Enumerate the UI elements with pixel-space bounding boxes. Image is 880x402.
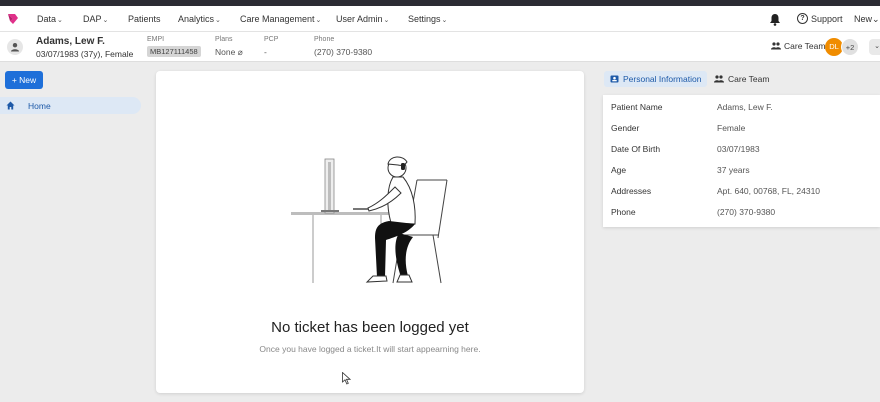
care-team-button[interactable]: Care Team — [771, 41, 825, 51]
care-team-more-count[interactable]: +2 — [841, 38, 859, 56]
chevron-down-icon: ⌄ — [57, 17, 63, 24]
chevron-down-icon: ⌄ — [215, 17, 221, 24]
group-icon — [771, 42, 781, 50]
field-label-date-of-birth: Date Of Birth — [611, 144, 661, 154]
chevron-down-icon: ⌄ — [102, 17, 109, 24]
nav-user-admin-menu[interactable]: User Admin⌄ — [336, 14, 389, 24]
nav-patients-link[interactable]: Patients — [128, 14, 161, 24]
personal-information-card: Patient Name Adams, Lew F. Gender Female… — [603, 95, 880, 227]
help-circle-icon: ? — [797, 13, 808, 24]
chevron-down-icon: ⌄ — [872, 14, 880, 24]
nav-data-menu[interactable]: Data⌄ — [37, 14, 63, 24]
patient-avatar — [7, 39, 23, 55]
support-link[interactable]: ? Support — [797, 13, 843, 24]
tab-personal-information[interactable]: Personal Information — [604, 71, 708, 87]
empi-value: MB127111458 — [147, 46, 201, 57]
field-label-patient-name: Patient Name — [611, 102, 663, 112]
field-value-date-of-birth: 03/07/1983 — [717, 144, 760, 154]
patient-menu-dropdown[interactable]: ⌄ — [869, 39, 880, 55]
nav-care-management-menu[interactable]: Care Management⌄ — [240, 14, 321, 24]
plans-value: None ⌀ — [215, 47, 243, 57]
nav-analytics-menu[interactable]: Analytics⌄ — [178, 14, 221, 24]
bell-icon[interactable] — [769, 13, 781, 26]
patient-header: Adams, Lew F. 03/07/1983 (37y), Female E… — [0, 32, 880, 62]
field-value-addresses: Apt. 640, 00768, FL, 24310 — [717, 186, 821, 196]
new-menu-button[interactable]: New⌄ — [854, 14, 880, 25]
field-value-phone: (270) 370-9380 — [717, 207, 776, 217]
mouse-pointer-icon — [342, 372, 351, 385]
field-label-addresses: Addresses — [611, 186, 652, 196]
patient-name[interactable]: Adams, Lew F. — [36, 36, 105, 47]
phone-value: (270) 370-9380 — [314, 47, 373, 57]
empty-state-title: No ticket has been logged yet — [271, 319, 469, 336]
field-value-age: 37 years — [717, 165, 750, 175]
tab-label: Personal Information — [623, 74, 702, 84]
pcp-value: - — [264, 47, 267, 57]
sidebar-item-label: Home — [28, 101, 51, 111]
chevron-down-icon: ⌄ — [874, 43, 880, 50]
nav-settings-menu[interactable]: Settings⌄ — [408, 14, 447, 24]
chevron-down-icon: ⌄ — [315, 17, 322, 24]
field-value-patient-name: Adams, Lew F. — [717, 102, 773, 112]
pcp-label: PCP — [264, 36, 279, 43]
nav-dap-menu[interactable]: DAP⌄ — [83, 14, 108, 24]
brand-logo-icon[interactable] — [6, 12, 20, 26]
tickets-empty-state-card: No ticket has been logged yet Once you h… — [156, 71, 584, 393]
empty-state-subtitle: Once you have logged a ticket.It will st… — [259, 344, 481, 354]
sidebar-item-home[interactable]: Home — [0, 97, 141, 114]
group-icon — [714, 75, 724, 83]
chevron-down-icon: ⌄ — [441, 17, 448, 24]
person-icon — [11, 43, 19, 52]
top-navigation-bar: Data⌄ DAP⌄ Patients Analytics⌄ Care Mana… — [0, 6, 880, 32]
plans-label: Plans — [215, 36, 233, 43]
home-icon — [6, 101, 15, 110]
chevron-down-icon: ⌄ — [383, 17, 390, 24]
tab-label: Care Team — [728, 74, 770, 84]
care-team-label: Care Team — [784, 41, 826, 51]
field-value-gender: Female — [717, 123, 746, 133]
new-button[interactable]: + New — [5, 71, 43, 89]
patient-dob-gender: 03/07/1983 (37y), Female — [36, 49, 134, 59]
field-label-age: Age — [611, 165, 627, 175]
empi-label: EMPI — [147, 36, 165, 43]
field-label-gender: Gender — [611, 123, 640, 133]
field-label-phone: Phone — [611, 207, 636, 217]
phone-label: Phone — [314, 36, 335, 43]
id-card-icon — [610, 75, 619, 83]
tab-care-team[interactable]: Care Team — [714, 71, 769, 87]
person-at-desk-illustration — [291, 156, 448, 284]
support-label: Support — [811, 13, 843, 24]
